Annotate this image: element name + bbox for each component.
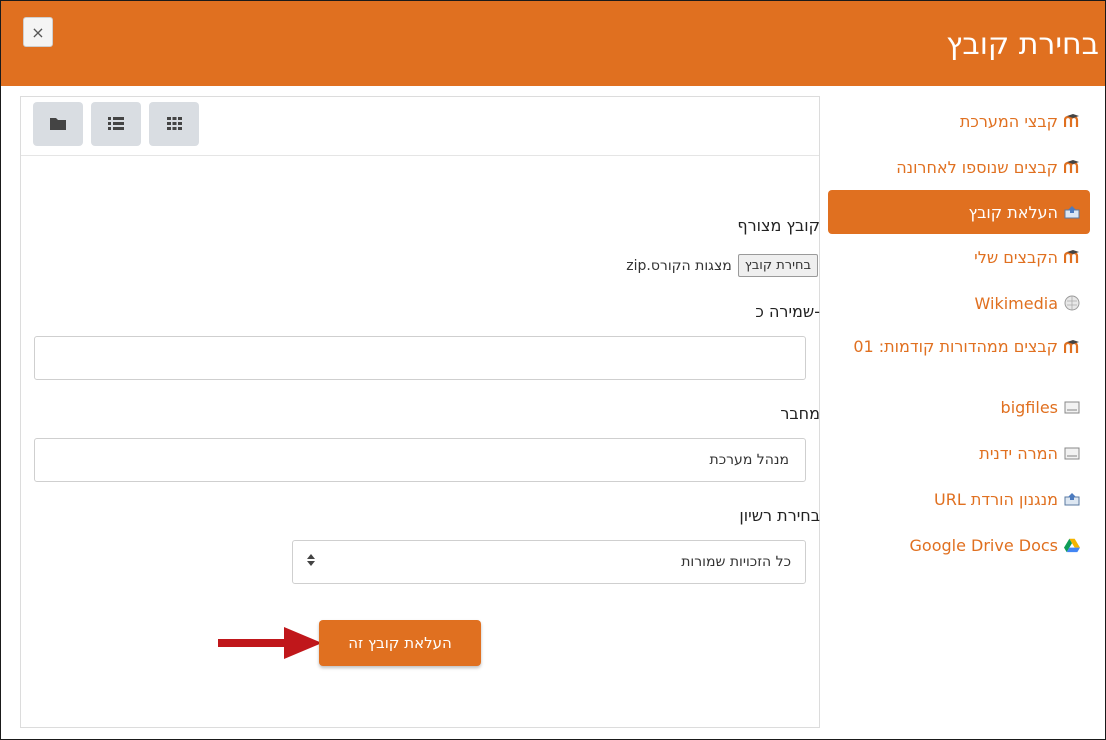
sidebar-item-label: קבצים שנוספו לאחרונה: [896, 157, 1058, 177]
wikimedia-icon: [1064, 295, 1080, 311]
sidebar-item-my-files[interactable]: הקבצים שלי: [828, 234, 1090, 280]
upload-icon: [1064, 204, 1080, 220]
view-toolbar: [21, 97, 819, 156]
folder-view-icon: [50, 115, 66, 134]
sidebar-item-upload-file[interactable]: העלאת קובץ: [828, 190, 1090, 234]
sidebar-item-wikimedia[interactable]: Wikimedia: [828, 280, 1090, 326]
sidebar-item-label: Wikimedia: [974, 293, 1058, 313]
repository-sidebar: קבצי המערכת קבצים שנוספו לאחרונה העלאת ק…: [828, 98, 1090, 568]
moodle-icon: [1064, 339, 1080, 355]
dialog-header: × בחירת קובץ: [1, 1, 1105, 86]
attachment-label: קובץ מצורף: [737, 216, 820, 235]
sidebar-item-label: קבצים ממהדורות קודמות: 01: [853, 337, 1058, 356]
close-button[interactable]: ×: [23, 17, 53, 47]
select-arrows-icon: [307, 554, 315, 570]
sidebar-item-system-files[interactable]: קבצי המערכת: [828, 98, 1090, 144]
grid-view-icon: [166, 115, 182, 134]
sidebar-item-label: Google Drive Docs: [909, 535, 1059, 555]
save-as-input[interactable]: [34, 336, 806, 380]
sidebar-item-label: bigfiles: [1000, 397, 1058, 417]
moodle-icon: [1064, 249, 1080, 265]
drive-icon: [1064, 399, 1080, 415]
sidebar-item-label: המרה ידנית: [979, 443, 1058, 463]
save-as-label: שמירה כ-: [755, 302, 820, 321]
close-icon: ×: [31, 22, 45, 42]
license-select-value: כל הזכויות שמורות: [681, 554, 791, 570]
sidebar-item-label: העלאת קובץ: [968, 202, 1058, 222]
license-select[interactable]: כל הזכויות שמורות: [292, 540, 806, 584]
sidebar-item-label: מנגנון הורדת URL: [933, 489, 1058, 509]
grid-view-button[interactable]: [149, 102, 199, 146]
google-drive-icon: [1064, 537, 1080, 553]
sidebar-item-google-drive[interactable]: Google Drive Docs: [828, 522, 1090, 568]
choose-file-button[interactable]: בחירת קובץ: [737, 254, 818, 277]
list-view-icon: [108, 115, 124, 134]
file-chooser-row: בחירת קובץ מצגות הקורס.zip: [626, 254, 818, 277]
moodle-icon: [1064, 113, 1080, 129]
upload-file-button[interactable]: העלאת קובץ זה: [319, 620, 481, 666]
moodle-icon: [1064, 159, 1080, 175]
dialog-title: בחירת קובץ: [946, 27, 1099, 62]
sidebar-item-previous-editions[interactable]: קבצים ממהדורות קודמות: 01: [828, 326, 1090, 384]
sidebar-item-bigfiles[interactable]: bigfiles: [828, 384, 1090, 430]
drive-icon: [1064, 445, 1080, 461]
author-input[interactable]: [34, 438, 806, 482]
list-view-button[interactable]: [91, 102, 141, 146]
pointer-arrow: [218, 627, 322, 659]
sidebar-item-url-download[interactable]: מנגנון הורדת URL: [828, 476, 1090, 522]
folder-view-button[interactable]: [33, 102, 83, 146]
url-download-icon: [1064, 491, 1080, 507]
author-label: מחבר: [780, 404, 820, 423]
sidebar-item-label: קבצי המערכת: [959, 111, 1058, 131]
sidebar-item-recent-files[interactable]: קבצים שנוספו לאחרונה: [828, 144, 1090, 190]
chosen-file-name: מצגות הקורס.zip: [626, 257, 732, 274]
sidebar-item-manual-conversion[interactable]: המרה ידנית: [828, 430, 1090, 476]
license-label: בחירת רשיון: [739, 506, 820, 525]
sidebar-item-label: הקבצים שלי: [974, 247, 1058, 267]
